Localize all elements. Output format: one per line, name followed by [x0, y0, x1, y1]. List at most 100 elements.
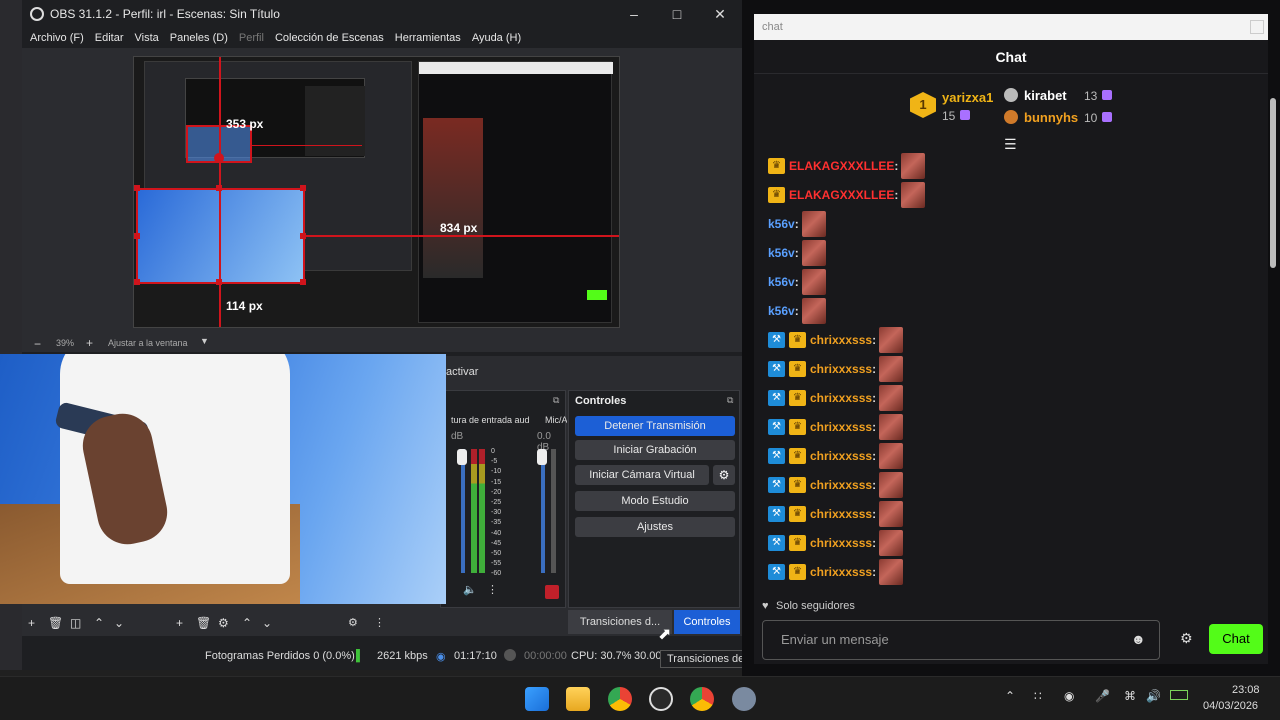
menu-file[interactable]: Archivo (F) — [30, 32, 84, 44]
chevron-up-icon[interactable]: ⌃ — [1005, 689, 1015, 703]
resize-handle[interactable] — [300, 185, 306, 191]
chevron-up-icon[interactable]: ⌃ — [242, 616, 252, 630]
tab-transitions[interactable]: Transiciones d... — [568, 610, 672, 634]
wifi-icon[interactable]: ⌘ — [1124, 689, 1136, 703]
undock-icon[interactable]: ⧉ — [727, 395, 733, 406]
minimize-button[interactable]: – — [624, 4, 644, 24]
chevron-down-icon[interactable]: ⌄ — [262, 616, 272, 630]
maximize-button[interactable]: □ — [667, 4, 687, 24]
mixer-settings-icon[interactable]: ⚙ — [348, 616, 358, 629]
more-options-icon[interactable]: ⋮ — [374, 616, 385, 629]
resize-handle[interactable] — [134, 185, 140, 191]
settings-button[interactable]: Ajustes — [575, 517, 735, 537]
emote-icon[interactable] — [879, 559, 904, 585]
maximize-icon[interactable] — [1250, 20, 1264, 34]
close-button[interactable]: ✕ — [710, 4, 730, 24]
zoom-in-button[interactable]: + — [86, 336, 93, 350]
clock-time[interactable]: 23:08 — [1232, 684, 1260, 696]
chat-username[interactable]: k56v — [768, 217, 795, 231]
send-chat-button[interactable]: Chat — [1209, 624, 1263, 654]
stop-streaming-button[interactable]: Detener Transmisión — [575, 416, 735, 436]
file-explorer-icon[interactable] — [566, 687, 590, 711]
chrome-icon[interactable] — [608, 687, 632, 711]
volume-icon[interactable]: 🔊 — [1146, 689, 1161, 703]
gear-icon[interactable]: ⚙ — [1180, 630, 1193, 647]
menu-help[interactable]: Ayuda (H) — [472, 32, 521, 44]
chrome-profile-icon[interactable] — [690, 687, 714, 711]
emote-icon[interactable] — [801, 298, 826, 324]
microphone-icon[interactable]: 🎤 — [1095, 689, 1110, 703]
leaderboard-first-name[interactable]: yarizxa1 — [942, 90, 993, 105]
chat-username[interactable]: chrixxxsss — [810, 507, 872, 521]
chat-username[interactable]: k56v — [768, 275, 795, 289]
trash-icon[interactable]: 🗑 — [48, 616, 63, 630]
emote-icon[interactable] — [879, 327, 904, 353]
settings-icon[interactable] — [732, 687, 756, 711]
activate-label[interactable]: activar — [442, 360, 562, 384]
filter-icon[interactable]: ◫ — [70, 616, 81, 630]
resize-handle[interactable] — [216, 185, 222, 191]
tray-grid-icon[interactable]: ∷ — [1034, 689, 1042, 703]
obs-tray-icon[interactable]: ◉ — [1064, 689, 1074, 703]
studio-mode-button[interactable]: Modo Estudio — [575, 491, 735, 511]
chat-username[interactable]: chrixxxsss — [810, 449, 872, 463]
obs-icon[interactable] — [649, 687, 673, 711]
emote-icon[interactable] — [901, 153, 926, 179]
scrollbar[interactable] — [1270, 98, 1276, 268]
volume-slider-track[interactable] — [461, 449, 465, 573]
menu-scene-collection[interactable]: Colección de Escenas — [275, 32, 384, 44]
undock-icon[interactable]: ⧉ — [553, 395, 559, 406]
chat-username[interactable]: chrixxxsss — [810, 333, 872, 347]
chat-username[interactable]: chrixxxsss — [810, 362, 872, 376]
clock-date[interactable]: 04/03/2026 — [1203, 700, 1258, 712]
chat-username[interactable]: chrixxxsss — [810, 565, 872, 579]
emote-picker-icon[interactable]: ☻ — [1131, 631, 1146, 647]
chat-username[interactable]: chrixxxsss — [810, 536, 872, 550]
resize-handle[interactable] — [216, 279, 222, 285]
mute-icon[interactable] — [545, 585, 559, 599]
chat-username[interactable]: k56v — [768, 304, 795, 318]
emote-icon[interactable] — [879, 501, 904, 527]
tab-controls[interactable]: Controles — [674, 610, 740, 634]
emote-icon[interactable] — [879, 472, 904, 498]
chevron-down-icon[interactable]: ▼ — [200, 336, 209, 346]
resize-handle[interactable] — [300, 233, 306, 239]
chat-username[interactable]: chrixxxsss — [810, 420, 872, 434]
emote-icon[interactable] — [879, 385, 904, 411]
start-icon[interactable] — [525, 687, 549, 711]
emote-icon[interactable] — [801, 211, 826, 237]
menu-docks[interactable]: Paneles (D) — [170, 32, 228, 44]
chat-input[interactable]: Enviar un mensaje ☻ — [762, 620, 1160, 660]
start-virtual-camera-button[interactable]: Iniciar Cámara Virtual — [575, 465, 709, 485]
volume-slider-handle[interactable] — [537, 449, 547, 465]
gear-icon[interactable]: ⚙ — [218, 616, 229, 630]
collapse-leaderboard-icon[interactable]: ☰ — [1004, 136, 1017, 153]
chat-username[interactable]: ELAKAGXXXLLEE — [789, 159, 894, 173]
menu-profile[interactable]: Perfil — [239, 32, 264, 44]
start-recording-button[interactable]: Iniciar Grabación — [575, 440, 735, 460]
leaderboard-third-name[interactable]: bunnyhs — [1024, 110, 1078, 125]
speaker-icon[interactable]: 🔈 — [463, 583, 477, 596]
resize-handle[interactable] — [134, 279, 140, 285]
chevron-down-icon[interactable]: ⌄ — [114, 616, 124, 630]
volume-slider-track[interactable] — [541, 449, 545, 573]
gear-icon[interactable]: ⚙ — [713, 465, 735, 485]
zoom-fit-select[interactable]: Ajustar a la ventana — [108, 338, 188, 348]
leaderboard-second-name[interactable]: kirabet — [1024, 88, 1067, 103]
chat-username[interactable]: chrixxxsss — [810, 478, 872, 492]
emote-icon[interactable] — [801, 240, 826, 266]
zoom-out-button[interactable]: − — [34, 337, 41, 351]
chat-username[interactable]: chrixxxsss — [810, 391, 872, 405]
menu-edit[interactable]: Editar — [95, 32, 124, 44]
emote-icon[interactable] — [879, 356, 904, 382]
battery-icon[interactable] — [1170, 690, 1188, 700]
resize-handle[interactable] — [134, 233, 140, 239]
chat-username[interactable]: ELAKAGXXXLLEE — [789, 188, 894, 202]
menu-tools[interactable]: Herramientas — [395, 32, 461, 44]
emote-icon[interactable] — [879, 530, 904, 556]
emote-icon[interactable] — [879, 414, 904, 440]
trash-icon[interactable]: 🗑 — [196, 616, 211, 630]
chat-username[interactable]: k56v — [768, 246, 795, 260]
add-icon[interactable]: + — [176, 616, 183, 630]
chevron-up-icon[interactable]: ⌃ — [94, 616, 104, 630]
